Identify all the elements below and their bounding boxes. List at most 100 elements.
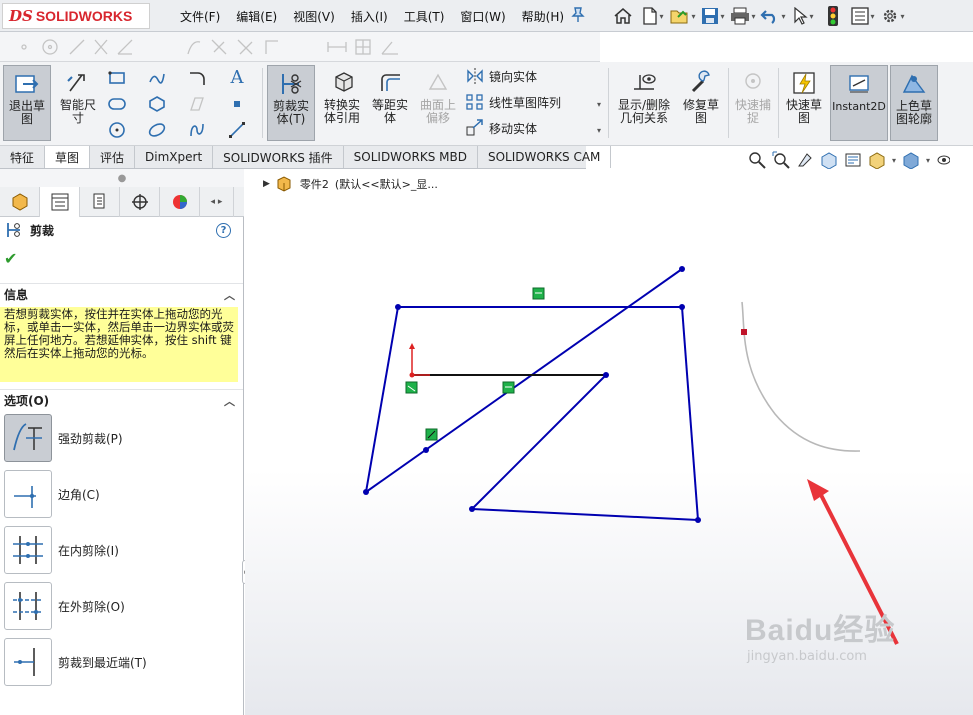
smart-dimension-icon xyxy=(67,74,85,92)
option-corner[interactable]: 边角(C) xyxy=(4,470,240,518)
move-entities-label: 移动实体 xyxy=(489,121,538,136)
linear-pattern-button[interactable]: 线性草图阵列 xyxy=(466,93,561,111)
display-style-icon[interactable] xyxy=(902,151,920,169)
rapid-sketch-button[interactable]: 快速草图 xyxy=(781,65,827,141)
tab-features[interactable]: 特征 xyxy=(0,146,46,168)
dimxpert-manager-tab-icon[interactable] xyxy=(120,187,160,217)
line-rectangle-icon[interactable] xyxy=(106,67,128,89)
view-orientation-icon[interactable] xyxy=(868,151,886,169)
options-section-header[interactable]: 选项(O) ︿ xyxy=(0,389,243,411)
tab-solidworks-mbd[interactable]: SOLIDWORKS MBD xyxy=(344,146,478,168)
trim-entities-label: 剪裁实体(T) xyxy=(272,99,309,126)
sketch-line-bottom[interactable] xyxy=(471,508,699,521)
collapse-chevron-icon[interactable]: ︿ xyxy=(224,393,235,409)
shaded-sketch-contours-button[interactable]: 上色草图轮廓 xyxy=(890,65,938,141)
shaded-contours-icon xyxy=(902,74,926,93)
menu-help[interactable]: 帮助(H) xyxy=(514,8,572,25)
offset-entities-button[interactable]: 等距实体 xyxy=(366,65,414,141)
options-gear-icon[interactable]: ▾ xyxy=(878,3,908,29)
display-style-dropdown-icon[interactable]: ▾ xyxy=(926,156,930,165)
section-view-icon[interactable] xyxy=(820,151,838,169)
plane-icon-disabled xyxy=(186,93,208,115)
option-trim-to-closest[interactable]: 剪裁到最近端(T) xyxy=(4,638,240,686)
circle-icon[interactable] xyxy=(106,119,128,141)
select-cursor-icon[interactable]: ▾ xyxy=(788,3,818,29)
menu-insert[interactable]: 插入(I) xyxy=(343,8,396,25)
option-trim-away-outside[interactable]: 在外剪除(O) xyxy=(4,582,240,630)
new-document-icon[interactable]: ▾ xyxy=(638,3,668,29)
property-manager-tab-icon[interactable] xyxy=(40,187,80,217)
dynamic-annotation-icon[interactable] xyxy=(844,151,862,169)
panel-grip[interactable]: ● xyxy=(0,169,244,187)
text-icon[interactable]: A xyxy=(226,66,248,88)
menu-file[interactable]: 文件(F) xyxy=(172,8,228,25)
menu-tools[interactable]: 工具(T) xyxy=(396,8,453,25)
slot-icon[interactable] xyxy=(106,93,128,115)
fillet-icon[interactable] xyxy=(186,67,208,89)
undo-icon[interactable]: ▾ xyxy=(758,3,788,29)
point-icon[interactable] xyxy=(226,93,248,115)
ok-check-icon[interactable]: ✔ xyxy=(4,249,17,268)
smart-dimension-button[interactable]: 智能尺寸 xyxy=(54,65,102,141)
tab-sketch[interactable]: 草图 xyxy=(45,146,91,168)
relation-markers[interactable] xyxy=(405,287,545,441)
mirror-entities-button[interactable]: 镜向实体 xyxy=(466,67,537,85)
menu-view[interactable]: 视图(V) xyxy=(285,8,343,25)
exit-sketch-button[interactable]: 退出草图 xyxy=(3,65,51,141)
collapse-chevron-icon[interactable]: ︿ xyxy=(224,287,235,303)
print-icon[interactable]: ▾ xyxy=(728,3,758,29)
file-properties-icon[interactable]: ▾ xyxy=(848,3,878,29)
option-label: 强劲剪裁(P) xyxy=(58,431,123,446)
feature-manager-tab-icon[interactable] xyxy=(0,187,40,217)
graphics-area[interactable]: ▶ 零件2 (默认<<默认>_显... Baidu经验 jingyan.baid… xyxy=(245,169,973,715)
tab-evaluate[interactable]: 评估 xyxy=(90,146,136,168)
display-delete-relations-button[interactable]: 显示/删除几何关系 xyxy=(614,65,674,141)
open-folder-icon[interactable]: ▾ xyxy=(668,3,698,29)
display-delete-relations-label: 显示/删除几何关系 xyxy=(617,98,671,125)
rebuild-traffic-light-icon[interactable] xyxy=(818,3,848,29)
menu-window[interactable]: 窗口(W) xyxy=(452,8,513,25)
zoom-to-area-icon[interactable] xyxy=(772,151,790,169)
sketch-line-diagonal[interactable] xyxy=(365,268,683,493)
option-trim-away-inside[interactable]: 在内剪除(I) xyxy=(4,526,240,574)
previous-view-icon[interactable] xyxy=(796,151,814,169)
instant2d-icon xyxy=(849,75,869,93)
sketch-tools-greyed-icons-2 xyxy=(327,39,398,55)
solidworks-logo[interactable]: DS SOLIDWORKS xyxy=(2,3,150,29)
hide-show-items-icon[interactable] xyxy=(936,151,951,169)
offset-on-surface-icon xyxy=(428,73,448,90)
convert-entities-button[interactable]: 转换实体引用 xyxy=(318,65,366,141)
linear-pattern-dropdown-icon[interactable]: ▾ xyxy=(593,93,605,115)
centerline-icon[interactable] xyxy=(226,119,248,141)
sketch-line-left[interactable] xyxy=(365,306,399,493)
move-entities-dropdown-icon[interactable]: ▾ xyxy=(593,119,605,141)
tab-solidworks-cam[interactable]: SOLIDWORKS CAM xyxy=(478,146,612,168)
spline-icon[interactable] xyxy=(146,67,168,89)
option-power-trim[interactable]: 强劲剪裁(P) xyxy=(4,414,240,462)
home-icon[interactable] xyxy=(608,3,638,29)
move-entities-button[interactable]: 移动实体 xyxy=(466,119,537,137)
sketch-line-right[interactable] xyxy=(681,306,699,521)
trim-entities-button[interactable]: 剪裁实体(T) xyxy=(267,65,315,141)
menu-edit[interactable]: 编辑(E) xyxy=(228,8,285,25)
power-trim-icon xyxy=(4,414,52,462)
ellipse-icon[interactable] xyxy=(146,119,168,141)
heads-up-view-toolbar: ▾ ▾ xyxy=(748,149,951,171)
tab-dimxpert[interactable]: DimXpert xyxy=(135,146,214,168)
repair-sketch-button[interactable]: 修复草图 xyxy=(677,65,725,141)
display-manager-tab-icon[interactable] xyxy=(160,187,200,217)
pin-menu-icon[interactable] xyxy=(571,7,585,27)
equation-curve-icon[interactable] xyxy=(186,119,208,141)
sketch-line-inner[interactable] xyxy=(471,374,607,510)
view-orientation-dropdown-icon[interactable]: ▾ xyxy=(892,156,896,165)
configuration-manager-tab-icon[interactable] xyxy=(80,187,120,217)
polygon-icon[interactable] xyxy=(146,93,168,115)
rapid-sketch-icon xyxy=(793,72,815,94)
help-icon[interactable]: ? xyxy=(216,223,231,238)
instant2d-button[interactable]: Instant2D xyxy=(830,65,888,141)
tab-solidworks-addins[interactable]: SOLIDWORKS 插件 xyxy=(213,146,344,168)
save-icon[interactable]: ▾ xyxy=(698,3,728,29)
panel-tab-scroll-arrows[interactable]: ◂ ▸ xyxy=(200,187,234,217)
info-section-header[interactable]: 信息 ︿ xyxy=(0,283,243,305)
zoom-to-fit-icon[interactable] xyxy=(748,151,766,169)
